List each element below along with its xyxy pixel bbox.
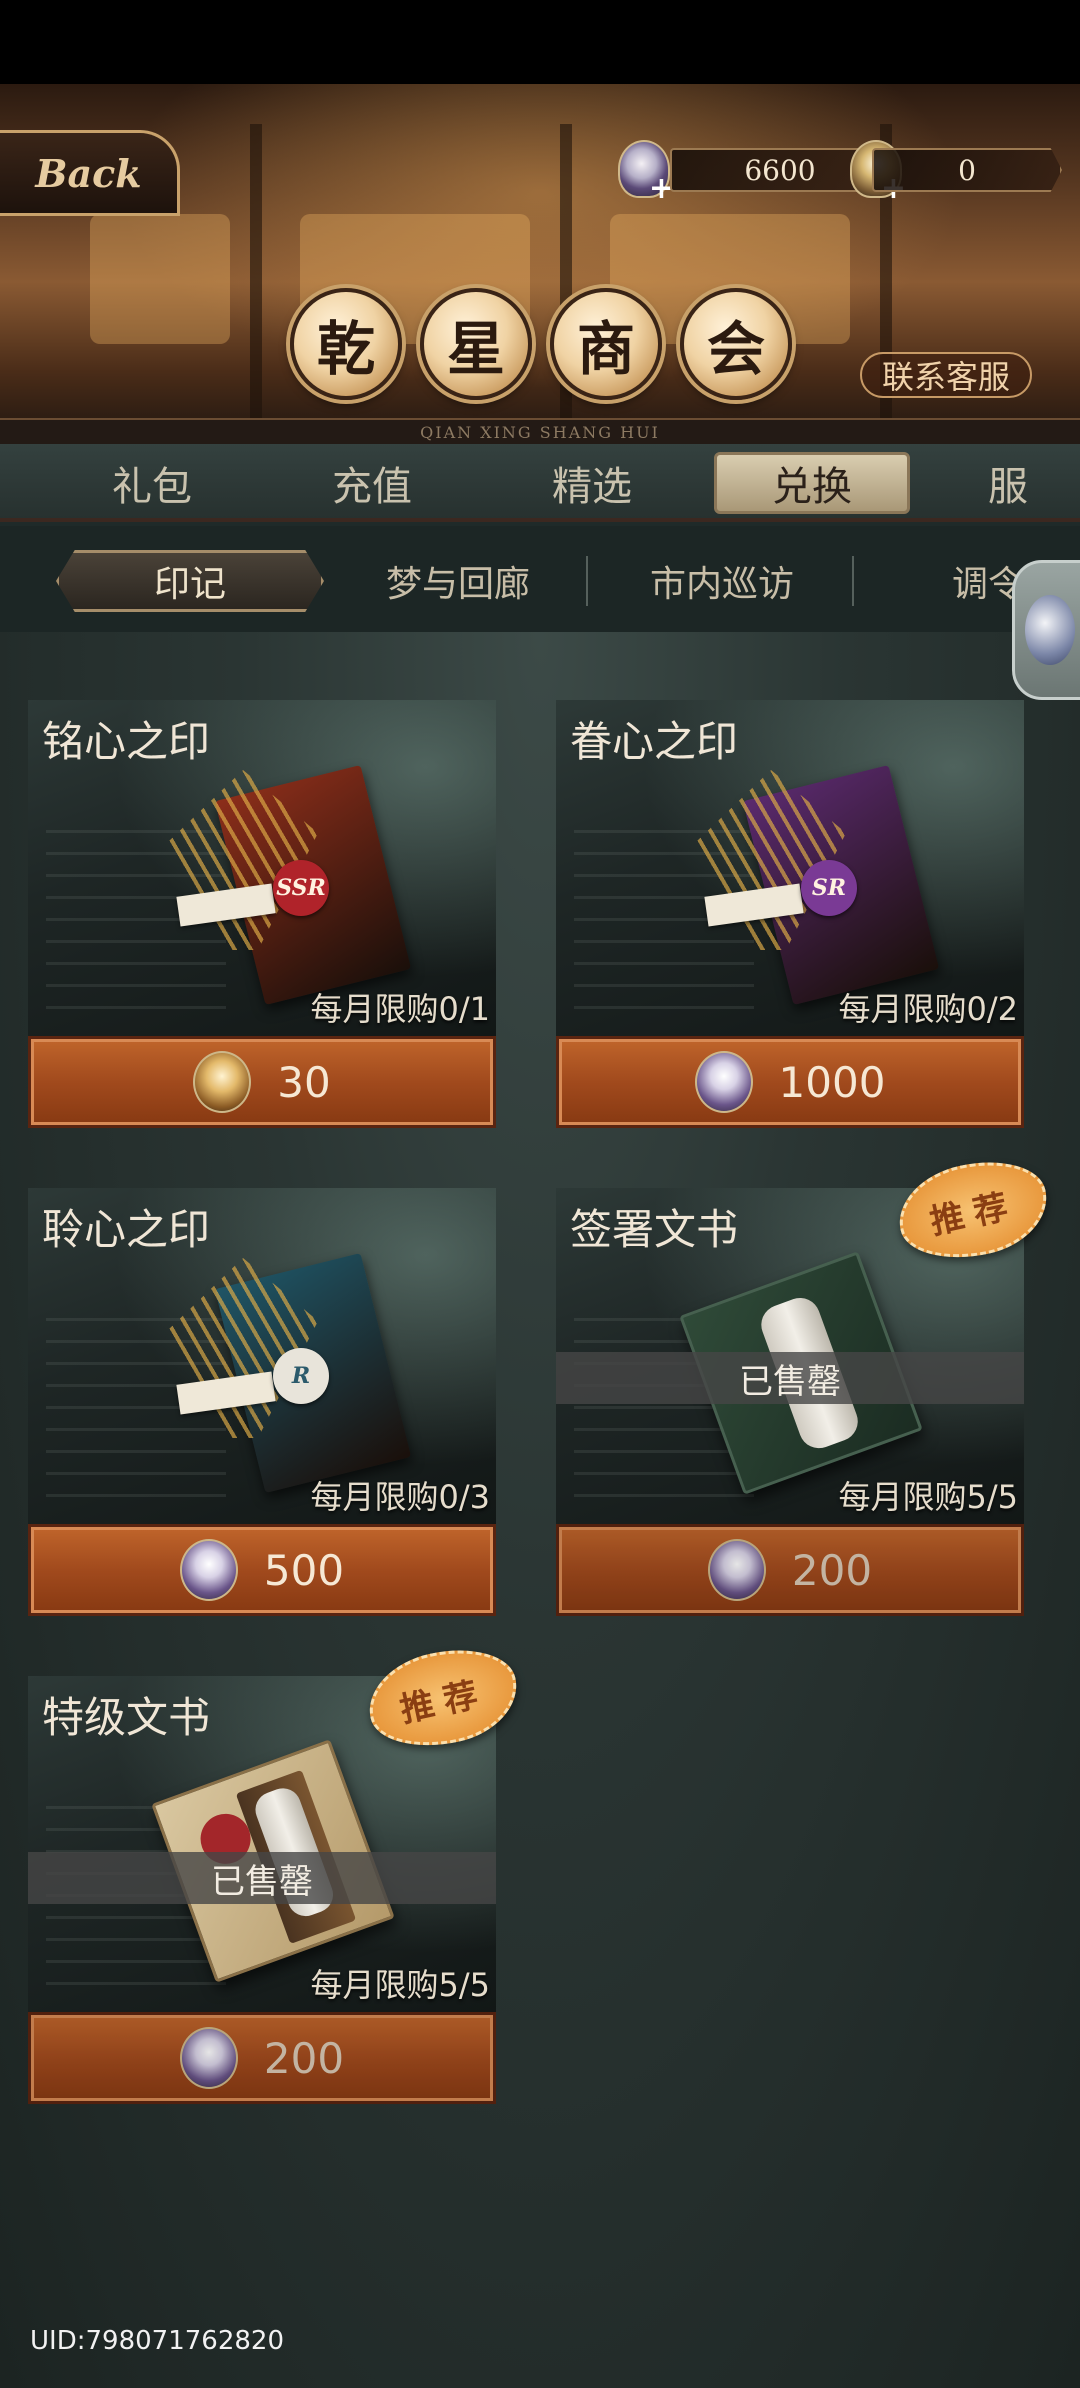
tab-clothing[interactable]: 服: [930, 452, 1080, 514]
crystal-globe-icon: [179, 2027, 238, 2089]
currency-value: 6600: [744, 153, 816, 187]
tab-gift-pack[interactable]: 礼包: [52, 452, 252, 514]
item-title: 特级文书: [42, 1693, 211, 1742]
buy-button[interactable]: 30: [28, 1036, 496, 1128]
item-image: SR 眷心之印 每月限购0/2: [556, 700, 1024, 1036]
tab-featured[interactable]: 精选: [492, 452, 692, 514]
shop-item-card[interactable]: SR 眷心之印 每月限购0/2 1000: [556, 700, 1024, 1128]
item-title: 眷心之印: [570, 717, 739, 766]
shop-title-char: 商: [550, 288, 662, 400]
item-title: 签署文书: [570, 1205, 739, 1254]
tab-divider: [852, 556, 854, 606]
shop-title-char: 星: [420, 288, 532, 400]
shop-title-char: 乾: [290, 288, 402, 400]
item-price: 500: [263, 1545, 345, 1595]
tab-recharge[interactable]: 充值: [272, 452, 472, 514]
crystal-globe-icon[interactable]: +: [618, 140, 674, 204]
golden-lamp-icon: [193, 1051, 252, 1113]
tab-divider: [586, 556, 588, 606]
sub-tab-bar: 印记 梦与回廊 市内巡访 调令: [0, 526, 1080, 632]
crystal-globe-icon: [707, 1539, 766, 1601]
buy-button[interactable]: 500: [28, 1524, 496, 1616]
item-price: 200: [263, 2033, 345, 2083]
item-price: 30: [277, 1057, 331, 1107]
shop-item-card[interactable]: SSR 铭心之印 每月限购0/1 30: [28, 700, 496, 1128]
item-price: 200: [791, 1545, 873, 1595]
purchase-limit: 每月限购0/3: [310, 1478, 490, 1516]
subtab-city-visit[interactable]: 市内巡访: [614, 550, 830, 612]
crystal-globe-icon: [179, 1539, 238, 1601]
item-image: SSR 铭心之印 每月限购0/1: [28, 700, 496, 1036]
wax-seal-icon: R: [273, 1348, 329, 1404]
buy-button[interactable]: 200: [556, 1524, 1024, 1616]
shop-subtitle: QIAN XING SHANG HUI: [0, 418, 1080, 444]
status-bar: [0, 0, 1080, 84]
subtab-seals[interactable]: 印记: [56, 550, 324, 612]
shelf-decoration: [250, 124, 262, 424]
sold-out-banner: 已售罄: [28, 1852, 496, 1904]
currency-lamp-counter: 0: [872, 148, 1062, 192]
floating-assistant-button[interactable]: [1012, 560, 1080, 700]
item-title: 聆心之印: [42, 1205, 211, 1254]
back-button[interactable]: Back: [0, 130, 180, 216]
buy-button[interactable]: 200: [28, 2012, 496, 2104]
item-image: R 聆心之印 每月限购0/3: [28, 1188, 496, 1524]
purchase-limit: 每月限购0/1: [310, 990, 490, 1028]
assistant-orb-icon: [1025, 595, 1075, 665]
user-id-label: UID:798071762820: [30, 2326, 284, 2356]
crystal-globe-icon: [694, 1051, 753, 1113]
purchase-limit: 每月限购5/5: [310, 1966, 490, 2004]
currency-value: 0: [958, 153, 976, 187]
wax-seal-icon: SSR: [273, 860, 329, 916]
subtab-dream-corridor[interactable]: 梦与回廊: [350, 550, 566, 612]
main-tab-bar: 礼包 充值 精选 兑换 服: [0, 444, 1080, 522]
shop-title-char: 会: [680, 288, 792, 400]
shelf-glow: [90, 214, 230, 344]
buy-button[interactable]: 1000: [556, 1036, 1024, 1128]
customer-service-button[interactable]: 联系客服: [860, 352, 1032, 398]
tab-exchange[interactable]: 兑换: [714, 452, 910, 514]
sold-out-banner: 已售罄: [556, 1352, 1024, 1404]
back-label: Back: [35, 150, 142, 196]
item-title: 铭心之印: [42, 717, 211, 766]
purchase-limit: 每月限购5/5: [838, 1478, 1018, 1516]
shop-item-card[interactable]: R 聆心之印 每月限购0/3 500: [28, 1188, 496, 1616]
purchase-limit: 每月限购0/2: [838, 990, 1018, 1028]
item-price: 1000: [778, 1057, 886, 1107]
wax-seal-icon: SR: [801, 860, 857, 916]
